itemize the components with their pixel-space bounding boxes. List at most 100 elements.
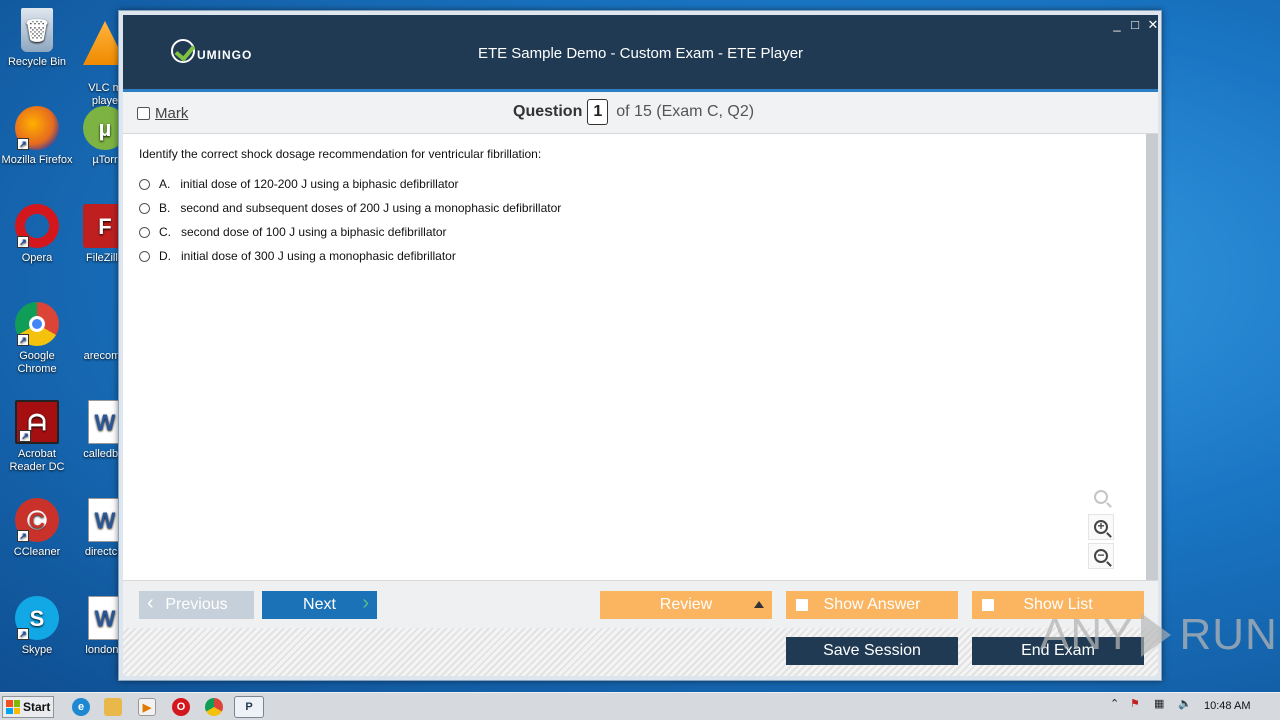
show-answer-button[interactable]: Show Answer [786,591,958,619]
end-exam-button[interactable]: End Exam [972,637,1144,665]
acrobat-icon: ᗩ ↗ [15,400,59,444]
question-counter: Question 1 of 15 (Exam C, Q2) [513,99,754,125]
ccleaner-icon: C ↗ [15,498,59,542]
windows-logo-icon [6,700,20,714]
show-answer-checkbox[interactable] [796,599,808,611]
option-key: C. [159,225,171,239]
question-content: Identify the correct shock dosage recomm… [123,134,1146,580]
file-explorer-icon[interactable] [104,698,122,716]
zoom-in-button[interactable]: + [1088,514,1114,540]
word-doc-icon: W [88,498,122,542]
show-list-button[interactable]: Show List [972,591,1144,619]
question-number-input[interactable]: 1 [587,99,609,125]
word-doc-icon: W [88,400,122,444]
option-text: initial dose of 300 J using a monophasic… [181,249,456,263]
taskbar: Start e ▶ O P ⌃ ⚑ ▦ 🔈 10:48 AM [0,692,1280,720]
previous-label: Previous [165,596,228,613]
previous-button[interactable]: ‹ Previous [139,591,254,619]
answer-option-d[interactable]: D. initial dose of 300 J using a monopha… [139,249,456,263]
show-answer-label: Show Answer [823,596,921,613]
show-list-checkbox[interactable] [982,599,994,611]
answer-option-b[interactable]: B. second and subsequent doses of 200 J … [139,201,561,215]
magnifier-icon [1094,490,1108,504]
mark-label: Mark [155,105,189,122]
media-player-icon[interactable]: ▶ [138,698,156,716]
desktop-icon-opera[interactable]: ↗ Opera [0,204,74,265]
show-list-label: Show List [1023,596,1093,613]
shortcut-arrow-icon: ↗ [17,530,29,542]
desktop-icon-recycle-bin[interactable]: 🗑 Recycle Bin [0,8,74,69]
radio-button[interactable] [139,202,150,214]
word-doc-icon: W [88,596,122,640]
desktop-icon-ccleaner[interactable]: C ↗ CCleaner [0,498,74,559]
question-label: Question [513,103,583,120]
question-header: Mark Question 1 of 15 (Exam C, Q2) [123,92,1158,134]
save-session-button[interactable]: Save Session [786,637,958,665]
close-button[interactable]: ✕ [1144,17,1162,33]
action-center-flag-icon[interactable]: ⚑ [1130,697,1140,710]
window-title: ETE Sample Demo - Custom Exam - ETE Play… [477,45,804,62]
answer-option-a[interactable]: A. initial dose of 120-200 J using a bip… [139,177,459,191]
start-label: Start [23,700,51,714]
desktop-icon-acrobat[interactable]: ᗩ ↗ Acrobat Reader DC [0,400,74,474]
system-clock[interactable]: 10:48 AM [1204,700,1250,712]
desktop-icon-label: Mozilla Firefox [1,154,73,166]
volume-icon[interactable]: 🔈 [1178,697,1192,710]
start-button[interactable]: Start [2,696,54,718]
minimize-button[interactable]: _ [1108,17,1126,32]
radio-button[interactable] [139,178,150,190]
desktop-icon-label: Skype [21,644,53,656]
option-text: second and subsequent doses of 200 J usi… [180,201,562,215]
option-text: initial dose of 120-200 J using a biphas… [180,177,459,191]
recycle-bin-icon: 🗑 [21,8,53,52]
shortcut-arrow-icon: ↗ [17,334,29,346]
desktop-icon-label: VLC m playe [88,82,122,107]
option-text: second dose of 100 J using a biphasic de… [181,225,447,239]
radio-button[interactable] [139,226,150,238]
chrome-icon: ↗ [15,302,59,346]
opera-taskbar-icon[interactable]: O [172,698,190,716]
desktop-icon-label: Recycle Bin [7,56,67,68]
zoom-reset-button[interactable] [1088,484,1114,510]
desktop-icon-label: Acrobat Reader DC [9,448,65,473]
chrome-taskbar-icon[interactable] [205,698,223,716]
desktop-icon-label: µTorr [92,154,118,166]
question-text: Identify the correct shock dosage recomm… [139,147,542,161]
review-button[interactable]: Review [600,591,772,619]
review-label: Review [659,596,713,613]
maximize-button[interactable]: □ [1126,17,1144,32]
zoom-in-icon: + [1094,520,1108,534]
chevron-left-icon: ‹ [147,592,154,614]
chevron-right-icon: › [362,592,369,614]
answer-option-c[interactable]: C. second dose of 100 J using a biphasic… [139,225,447,239]
internet-explorer-icon[interactable]: e [72,698,90,716]
zoom-out-button[interactable]: − [1088,543,1114,569]
option-key: A. [159,177,171,191]
question-of-text: of 15 (Exam C, Q2) [616,103,755,120]
radio-button[interactable] [139,250,150,262]
show-hidden-icons-icon[interactable]: ⌃ [1110,697,1119,710]
desktop-icon-label: Google Chrome [17,350,57,375]
ete-player-window: UMINGO ETE Sample Demo - Custom Exam - E… [118,10,1162,681]
skype-icon: S ↗ [15,596,59,640]
desktop-icon-firefox[interactable]: ↗ Mozilla Firefox [0,106,74,167]
shortcut-arrow-icon: ↗ [19,430,31,442]
mark-checkbox[interactable]: Mark [137,105,188,122]
title-bar[interactable]: UMINGO ETE Sample Demo - Custom Exam - E… [123,15,1158,89]
next-label: Next [303,596,336,613]
shortcut-arrow-icon: ↗ [17,236,29,248]
desktop-icon-label: Opera [21,252,53,264]
desktop-icon-skype[interactable]: S ↗ Skype [0,596,74,657]
option-key: B. [159,201,171,215]
option-key: D. [159,249,171,263]
content-scrollbar[interactable] [1146,134,1158,580]
ete-player-taskbar-icon[interactable]: P [234,696,264,718]
desktop-icon-chrome[interactable]: ↗ Google Chrome [0,302,74,376]
network-icon[interactable]: ▦ [1154,697,1164,710]
zoom-out-icon: − [1094,549,1108,563]
firefox-icon: ↗ [15,106,59,150]
mark-checkbox-box[interactable] [137,107,150,120]
footer-bar: Save Session End Exam [123,628,1158,676]
next-button[interactable]: Next › [262,591,377,619]
shortcut-arrow-icon: ↗ [17,628,29,640]
